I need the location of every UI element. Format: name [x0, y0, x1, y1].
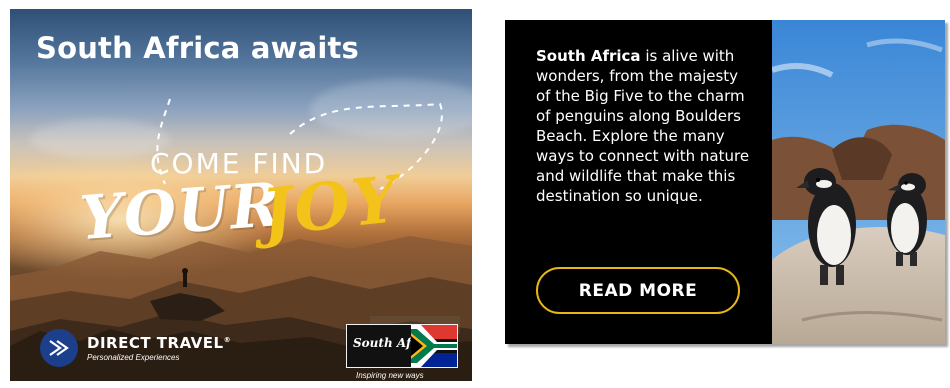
- advertiser-slogan: Personalized Experiences: [87, 353, 180, 362]
- read-more-button[interactable]: READ MORE: [536, 267, 740, 314]
- banner-headline: South Africa awaits: [36, 31, 360, 65]
- south-africa-tourism-logo: South Africa: [346, 324, 458, 368]
- card-body-text: South Africa is alive with wonders, from…: [536, 46, 756, 206]
- direct-travel-logo: DIRECT TRAVEL® Personalized Experiences: [40, 329, 231, 367]
- trademark-symbol: ®: [223, 336, 232, 344]
- card-body-rest: is alive with wonders, from the majesty …: [536, 47, 750, 205]
- direct-travel-logo-icon: [40, 329, 78, 367]
- penguins-photo: [772, 20, 945, 344]
- partner-slogan: Inspiring new ways: [356, 371, 424, 380]
- promo-card: South Africa is alive with wonders, from…: [505, 20, 945, 344]
- south-africa-flag-icon: [411, 325, 457, 367]
- advertiser-name: DIRECT TRAVEL: [87, 334, 224, 352]
- tagline-your: YOUR: [77, 170, 284, 254]
- tagline-joy: JOY: [258, 162, 404, 251]
- card-text-panel: South Africa is alive with wonders, from…: [505, 20, 772, 344]
- south-africa-banner-ad[interactable]: South Africa awaits COME FIND YOUR JOY D…: [10, 9, 472, 381]
- card-body-bold: South Africa: [536, 47, 641, 65]
